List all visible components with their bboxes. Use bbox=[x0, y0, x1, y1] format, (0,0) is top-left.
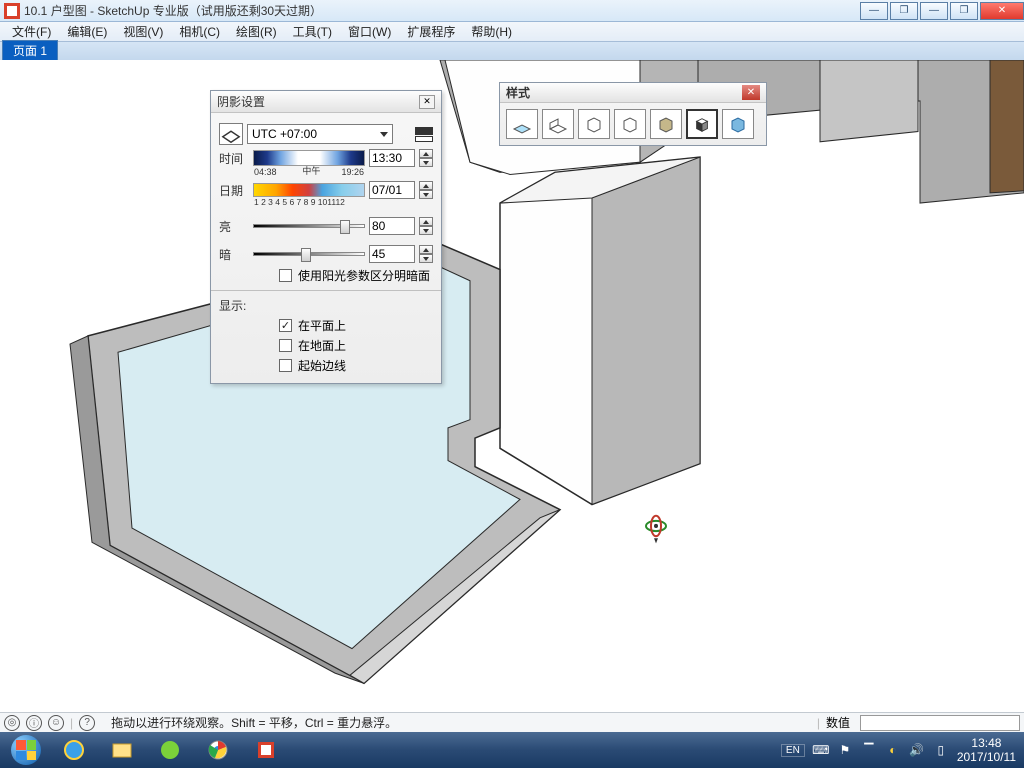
dark-slider[interactable] bbox=[253, 252, 365, 256]
menu-extensions[interactable]: 扩展程序 bbox=[399, 21, 463, 42]
on-faces-checkbox[interactable] bbox=[279, 319, 292, 332]
date-label: 日期 bbox=[219, 182, 249, 199]
time-spinner[interactable] bbox=[419, 149, 433, 167]
scene-tab-1[interactable]: 页面 1 bbox=[2, 40, 58, 60]
dark-input[interactable]: 45 bbox=[369, 245, 415, 263]
menu-view[interactable]: 视图(V) bbox=[115, 21, 171, 42]
window-titlebar: 10.1 户型图 - SketchUp 专业版（试用版还剩30天过期） — ❐ … bbox=[0, 0, 1024, 22]
tray-volume-icon[interactable]: 🔊 bbox=[909, 742, 925, 758]
from-edges-checkbox[interactable] bbox=[279, 359, 292, 372]
style-swatch-7[interactable] bbox=[722, 109, 754, 139]
dropdown-arrow-icon bbox=[380, 132, 388, 137]
menu-camera[interactable]: 相机(C) bbox=[171, 21, 228, 42]
style-swatch-4[interactable] bbox=[614, 109, 646, 139]
styles-panel-close-icon[interactable]: ✕ bbox=[742, 85, 760, 100]
tray-battery-icon[interactable]: ▯ bbox=[933, 742, 949, 758]
timezone-select[interactable]: UTC +07:00 bbox=[247, 124, 393, 144]
time-input[interactable]: 13:30 bbox=[369, 149, 415, 167]
style-swatch-2[interactable] bbox=[542, 109, 574, 139]
tray-keyboard-icon[interactable]: ⌨ bbox=[813, 742, 829, 758]
minimize-button[interactable]: — bbox=[860, 2, 888, 20]
timezone-value: UTC +07:00 bbox=[252, 127, 317, 141]
on-ground-label: 在地面上 bbox=[298, 337, 346, 354]
scene-tabs: 页面 1 bbox=[0, 42, 1024, 60]
taskbar-ie-icon[interactable] bbox=[51, 735, 97, 765]
styles-panel-titlebar[interactable]: 样式 ✕ bbox=[500, 83, 766, 103]
display-label: 显示: bbox=[219, 297, 433, 314]
tray-update-icon[interactable]: ◐ bbox=[885, 742, 901, 758]
menu-edit[interactable]: 编辑(E) bbox=[59, 21, 115, 42]
style-swatch-1[interactable] bbox=[506, 109, 538, 139]
tray-clock[interactable]: 13:48 2017/10/11 bbox=[957, 736, 1016, 765]
window-title: 10.1 户型图 - SketchUp 专业版（试用版还剩30天过期） bbox=[24, 2, 858, 19]
shadow-panel-title: 阴影设置 bbox=[217, 93, 419, 110]
vcb-label: 数值 bbox=[826, 714, 850, 731]
menu-draw[interactable]: 绘图(R) bbox=[228, 21, 285, 42]
style-swatch-5[interactable] bbox=[650, 109, 682, 139]
date-spinner[interactable] bbox=[419, 181, 433, 199]
bright-slider[interactable] bbox=[253, 224, 365, 228]
shadow-settings-panel[interactable]: 阴影设置 ✕ UTC +07:00 时间 04:38 中午 19:26 13:3… bbox=[210, 90, 442, 384]
bright-spinner[interactable] bbox=[419, 217, 433, 235]
date-slider[interactable]: 1 2 3 4 5 6 7 8 9 101112 bbox=[253, 183, 365, 197]
dark-spinner[interactable] bbox=[419, 245, 433, 263]
style-swatch-6[interactable] bbox=[686, 109, 718, 139]
start-button[interactable] bbox=[2, 734, 50, 766]
use-sun-label: 使用阳光参数区分明暗面 bbox=[298, 267, 430, 284]
shadow-toggle-icon[interactable] bbox=[219, 123, 243, 145]
menu-tools[interactable]: 工具(T) bbox=[285, 21, 340, 42]
status-icon-1[interactable]: ◎ bbox=[4, 715, 20, 731]
measurements-input[interactable] bbox=[860, 715, 1020, 731]
shadow-panel-titlebar[interactable]: 阴影设置 ✕ bbox=[211, 91, 441, 113]
status-bar: ◎ ⓘ ☺ | ? 拖动以进行环绕观察。Shift = 平移，Ctrl = 重力… bbox=[0, 712, 1024, 732]
styles-panel-title: 样式 bbox=[506, 84, 742, 101]
time-label: 时间 bbox=[219, 150, 249, 167]
bright-label: 亮 bbox=[219, 218, 249, 235]
styles-panel[interactable]: 样式 ✕ bbox=[499, 82, 767, 146]
tray-flag-icon[interactable]: ⚑ bbox=[837, 742, 853, 758]
maximize-button[interactable]: ❐ bbox=[950, 2, 978, 20]
minimize-button-2[interactable]: — bbox=[920, 2, 948, 20]
dark-label: 暗 bbox=[219, 246, 249, 263]
on-ground-checkbox[interactable] bbox=[279, 339, 292, 352]
close-button[interactable]: ✕ bbox=[980, 2, 1024, 20]
use-sun-checkbox[interactable] bbox=[279, 269, 292, 282]
model-viewport[interactable] bbox=[0, 60, 1024, 714]
status-icon-3[interactable]: ☺ bbox=[48, 715, 64, 731]
status-hint: 拖动以进行环绕观察。Shift = 平移，Ctrl = 重力悬浮。 bbox=[111, 714, 811, 731]
taskbar-chrome-icon[interactable] bbox=[195, 735, 241, 765]
taskbar-app-icon[interactable] bbox=[147, 735, 193, 765]
menu-window[interactable]: 窗口(W) bbox=[340, 21, 399, 42]
time-slider[interactable]: 04:38 中午 19:26 bbox=[253, 150, 365, 166]
bright-input[interactable]: 80 bbox=[369, 217, 415, 235]
help-icon[interactable]: ? bbox=[79, 715, 95, 731]
date-input[interactable]: 07/01 bbox=[369, 181, 415, 199]
taskbar-explorer-icon[interactable] bbox=[99, 735, 145, 765]
on-faces-label: 在平面上 bbox=[298, 317, 346, 334]
system-tray: EN ⌨ ⚑ ▔ ◐ 🔊 ▯ 13:48 2017/10/11 bbox=[775, 736, 1022, 765]
menu-file[interactable]: 文件(F) bbox=[4, 21, 59, 42]
panel-menu-icon[interactable] bbox=[415, 127, 433, 142]
windows-taskbar: EN ⌨ ⚑ ▔ ◐ 🔊 ▯ 13:48 2017/10/11 bbox=[0, 732, 1024, 768]
shadow-panel-close-icon[interactable]: ✕ bbox=[419, 95, 435, 109]
restore-button[interactable]: ❐ bbox=[890, 2, 918, 20]
from-edges-label: 起始边线 bbox=[298, 357, 346, 374]
tray-network-icon[interactable]: ▔ bbox=[861, 742, 877, 758]
taskbar-sketchup-icon[interactable] bbox=[243, 735, 289, 765]
app-icon bbox=[4, 3, 20, 19]
language-indicator[interactable]: EN bbox=[781, 744, 805, 757]
status-icon-2[interactable]: ⓘ bbox=[26, 715, 42, 731]
style-swatch-3[interactable] bbox=[578, 109, 610, 139]
menu-help[interactable]: 帮助(H) bbox=[463, 21, 520, 42]
menubar: 文件(F) 编辑(E) 视图(V) 相机(C) 绘图(R) 工具(T) 窗口(W… bbox=[0, 22, 1024, 42]
